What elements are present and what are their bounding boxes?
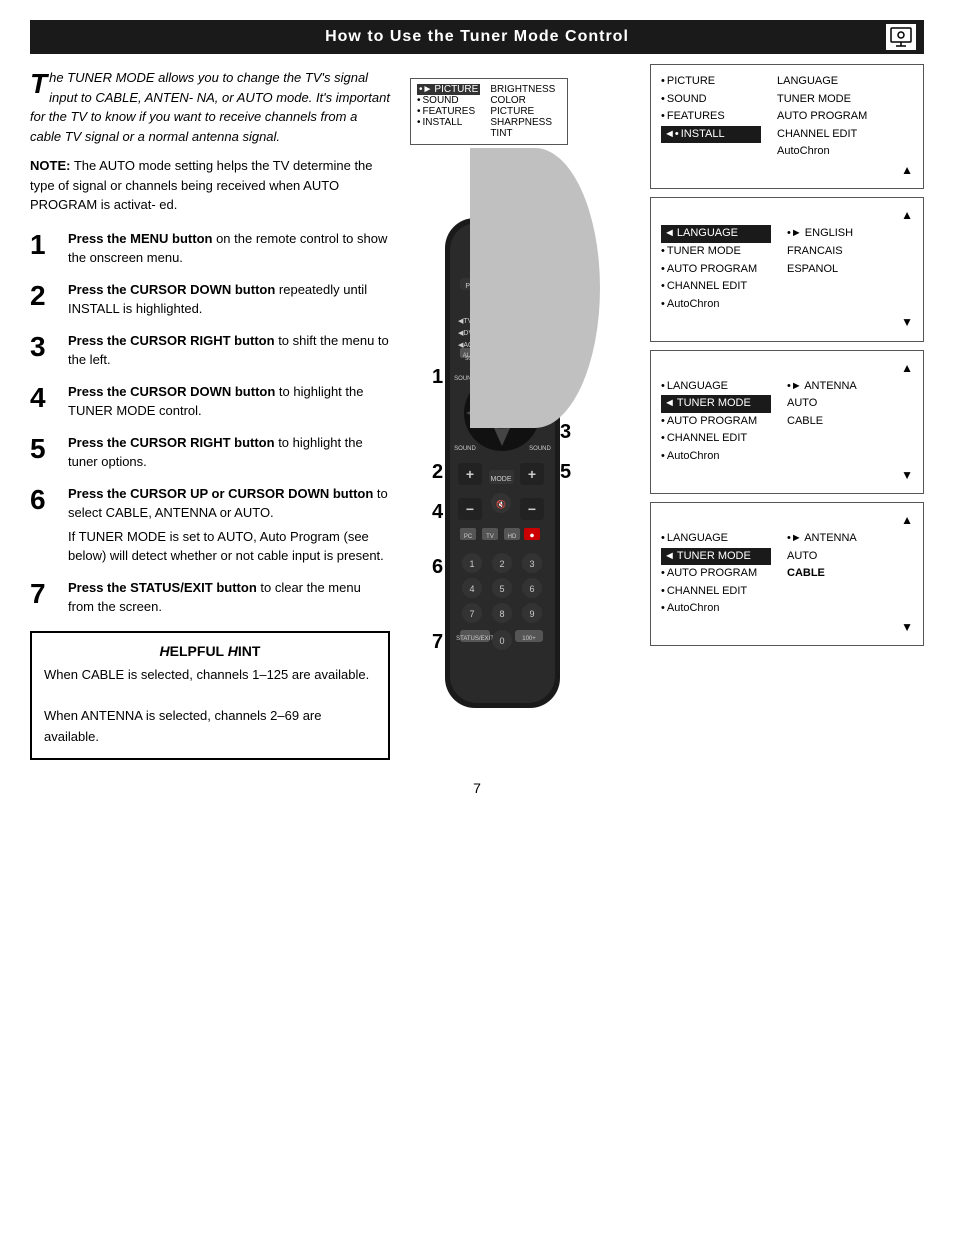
step-num-5: 5 [560, 461, 571, 483]
steps-list: 1 Press the MENU button on the remote co… [30, 229, 390, 617]
svg-text:+: + [466, 466, 474, 482]
step-num-7: 7 [432, 631, 443, 653]
header-icon [886, 24, 916, 50]
step-7: 7 Press the STATUS/EXIT button to clear … [30, 578, 390, 617]
svg-text:100+: 100+ [522, 636, 536, 642]
step-num-1: 1 [432, 366, 443, 388]
panel-3-right: •► ANTENNA AUTO CABLE [787, 378, 857, 466]
hint-text: When CABLE is selected, channels 1–125 a… [44, 665, 376, 748]
panel-3-left: •LANGUAGE ◄TUNER MODE •AUTO PROGRAM •CHA… [661, 378, 771, 466]
svg-text:8: 8 [499, 609, 504, 619]
svg-text:HD: HD [508, 534, 517, 540]
svg-text:⏺: ⏺ [530, 531, 534, 540]
step-num-6: 6 [432, 556, 443, 578]
svg-text:−: − [528, 501, 536, 517]
svg-text:MODE: MODE [491, 476, 512, 483]
svg-text:+: + [528, 466, 536, 482]
svg-text:SOUND: SOUND [454, 446, 476, 452]
menu-panel-4: ▲ •LANGUAGE ◄TUNER MODE •AUTO PROGRAM •C… [650, 502, 924, 646]
step-5: 5 Press the CURSOR RIGHT button to highl… [30, 433, 390, 472]
svg-text:−: − [466, 501, 474, 517]
menu-panel-2: ▲ ◄LANGUAGE •TUNER MODE •AUTO PROGRAM •C… [650, 197, 924, 341]
step-3: 3 Press the CURSOR RIGHT button to shift… [30, 331, 390, 370]
svg-text:5: 5 [499, 584, 504, 594]
step-4: 4 Press the CURSOR DOWN button to highli… [30, 382, 390, 421]
panel-2-left: ◄LANGUAGE •TUNER MODE •AUTO PROGRAM •CHA… [661, 225, 771, 313]
svg-text:0: 0 [499, 636, 504, 646]
svg-text:9: 9 [529, 609, 534, 619]
svg-text:SOUND: SOUND [529, 446, 551, 452]
header-title: How to Use the Tuner Mode Control [325, 28, 629, 45]
svg-text:7: 7 [469, 609, 474, 619]
panel-2-right: •► ENGLISH FRANCAIS ESPANOL [787, 225, 853, 313]
left-column: The TUNER MODE allows you to change the … [30, 54, 390, 760]
step-6: 6 Press the CURSOR UP or CURSOR DOWN but… [30, 484, 390, 566]
step-1: 1 Press the MENU button on the remote co… [30, 229, 390, 268]
panel-1-right: LANGUAGE TUNER MODE AUTO PROGRAM CHANNEL… [777, 73, 867, 161]
svg-text:6: 6 [529, 584, 534, 594]
step-num-4: 4 [432, 501, 444, 523]
svg-text:TV: TV [486, 534, 494, 540]
step-num-3: 3 [560, 421, 571, 443]
tv-screen-diagram: •►PICTURE •SOUND •FEATURES •INSTALL BRIG… [410, 78, 568, 145]
page-header: How to Use the Tuner Mode Control [30, 20, 924, 54]
menu-panel-1: •PICTURE •SOUND •FEATURES ◄•INSTALL LANG… [650, 64, 924, 189]
hint-box: HELPFUL HINT When CABLE is selected, cha… [30, 631, 390, 760]
panel-1-left: •PICTURE •SOUND •FEATURES ◄•INSTALL [661, 73, 761, 161]
middle-column: •►PICTURE •SOUND •FEATURES •INSTALL BRIG… [410, 54, 630, 760]
drop-cap: T [30, 70, 47, 98]
right-column: •PICTURE •SOUND •FEATURES ◄•INSTALL LANG… [650, 64, 924, 760]
svg-text:🔇: 🔇 [496, 499, 506, 509]
svg-text:1: 1 [469, 559, 474, 569]
panel-4-right: •► ANTENNA AUTO CABLE [787, 530, 857, 618]
note-text: NOTE: The AUTO mode setting helps the TV… [30, 156, 390, 215]
svg-text:3: 3 [529, 559, 534, 569]
menu-panel-3: ▲ •LANGUAGE ◄TUNER MODE •AUTO PROGRAM •C… [650, 350, 924, 494]
svg-text:PC: PC [464, 534, 473, 540]
page-number: 7 [0, 780, 954, 796]
svg-text:2: 2 [499, 559, 504, 569]
step-num-2: 2 [432, 461, 443, 483]
step-2: 2 Press the CURSOR DOWN button repeatedl… [30, 280, 390, 319]
panel-4-left: •LANGUAGE ◄TUNER MODE •AUTO PROGRAM •CHA… [661, 530, 771, 618]
svg-text:STATUS/EXIT: STATUS/EXIT [456, 636, 494, 642]
intro-text: The TUNER MODE allows you to change the … [30, 68, 390, 146]
hint-title: HELPFUL HINT [44, 643, 376, 659]
svg-text:4: 4 [469, 584, 474, 594]
